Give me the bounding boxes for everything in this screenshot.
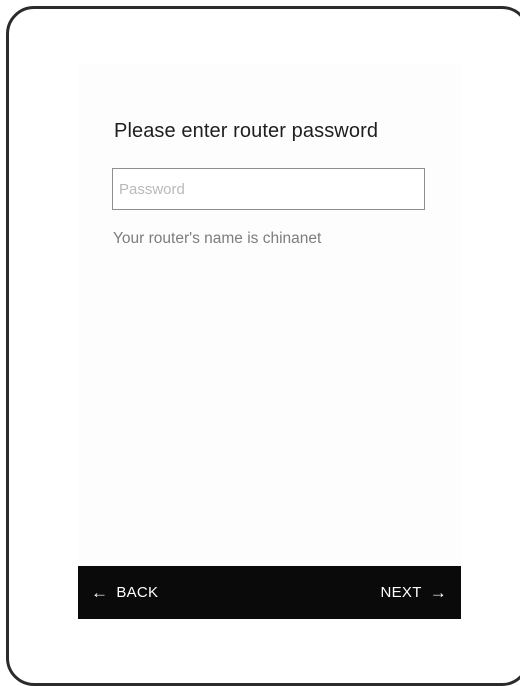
back-label: BACK: [116, 584, 159, 601]
router-name-hint: Your router's name is chinanet: [113, 230, 322, 247]
router-setup-screen: Please enter router password Your router…: [78, 64, 461, 619]
navigation-bar: ← BACK NEXT →: [78, 566, 461, 619]
next-label: NEXT: [380, 584, 422, 601]
password-input[interactable]: [112, 168, 425, 210]
arrow-right-icon: →: [429, 583, 447, 602]
back-button[interactable]: ← BACK: [91, 566, 158, 619]
page-title: Please enter router password: [114, 120, 379, 142]
next-button[interactable]: NEXT →: [380, 566, 447, 619]
arrow-left-icon: ←: [91, 583, 109, 602]
